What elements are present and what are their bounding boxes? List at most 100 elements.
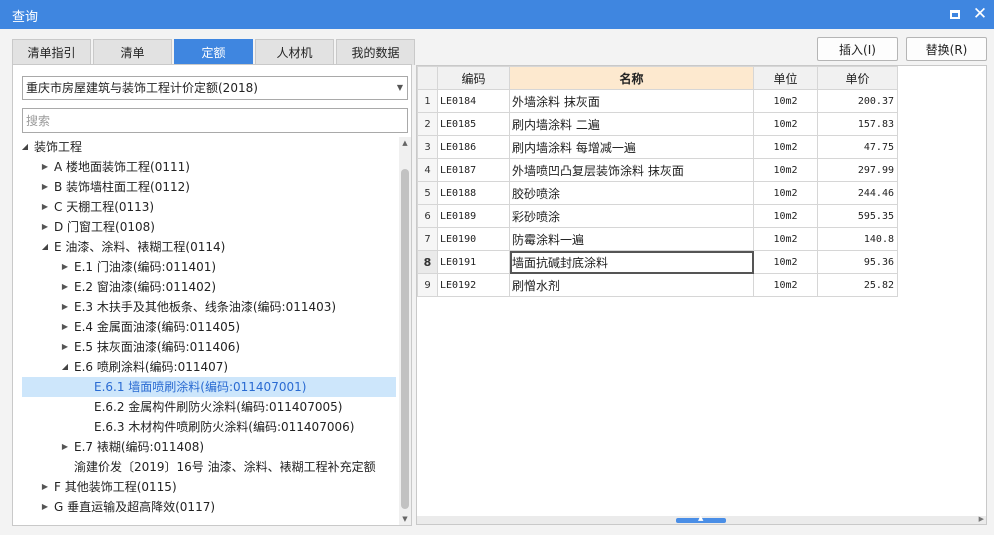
- tree-node[interactable]: ▶ F 其他装饰工程(0115): [22, 477, 396, 497]
- unit-cell[interactable]: 10m2: [753, 204, 818, 228]
- table-row[interactable]: 8 LE0191 墙面抗碱封底涂料 10m2 95.36: [417, 250, 898, 274]
- tree-node[interactable]: ▶ E.5 抹灰面油漆(编码:011406): [22, 337, 396, 357]
- code-cell[interactable]: LE0186: [437, 135, 510, 159]
- tab-2[interactable]: 定额: [174, 39, 253, 65]
- collapsed-arrow-icon[interactable]: ▶: [40, 197, 50, 217]
- tree-node[interactable]: ◢ 装饰工程: [22, 137, 396, 157]
- scroll-up-arrow-icon[interactable]: ▲: [399, 137, 411, 149]
- row-number-cell[interactable]: 7: [417, 227, 438, 251]
- scroll-down-arrow-icon[interactable]: ▼: [399, 513, 411, 525]
- collapsed-arrow-icon[interactable]: ▶: [60, 297, 70, 317]
- tab-4[interactable]: 我的数据: [336, 39, 415, 65]
- code-cell[interactable]: LE0185: [437, 112, 510, 136]
- price-cell[interactable]: 200.37: [817, 89, 898, 113]
- horizontal-splitter[interactable]: ▲ ▶: [417, 514, 986, 524]
- code-cell[interactable]: LE0184: [437, 89, 510, 113]
- tab-0[interactable]: 清单指引: [12, 39, 91, 65]
- collapsed-arrow-icon[interactable]: ▶: [60, 337, 70, 357]
- unit-cell[interactable]: 10m2: [753, 135, 818, 159]
- row-number-cell[interactable]: 5: [417, 181, 438, 205]
- header-code[interactable]: 编码: [437, 66, 510, 90]
- tree-node[interactable]: ▶ D 门窗工程(0108): [22, 217, 396, 237]
- name-cell[interactable]: 彩砂喷涂: [509, 204, 754, 228]
- name-cell[interactable]: 刷内墙涂料 二遍: [509, 112, 754, 136]
- table-row[interactable]: 5 LE0188 胶砂喷涂 10m2 244.46: [417, 181, 898, 205]
- collapsed-arrow-icon[interactable]: ▶: [40, 217, 50, 237]
- search-input[interactable]: [22, 108, 408, 133]
- collapsed-arrow-icon[interactable]: ▶: [60, 257, 70, 277]
- name-cell[interactable]: 外墙涂料 抹灰面: [509, 89, 754, 113]
- maximize-button[interactable]: [945, 4, 965, 24]
- tree-node[interactable]: ▶ E.4 金属面油漆(编码:011405): [22, 317, 396, 337]
- row-number-cell[interactable]: 8: [417, 250, 438, 274]
- price-cell[interactable]: 595.35: [817, 204, 898, 228]
- price-cell[interactable]: 25.82: [817, 273, 898, 297]
- library-select[interactable]: 重庆市房屋建筑与装饰工程计价定额(2018) ▼: [22, 76, 408, 100]
- code-cell[interactable]: LE0190: [437, 227, 510, 251]
- name-cell[interactable]: 胶砂喷涂: [509, 181, 754, 205]
- price-cell[interactable]: 157.83: [817, 112, 898, 136]
- tree-node[interactable]: 渝建价发〔2019〕16号 油漆、涂料、裱糊工程补充定额: [22, 457, 396, 477]
- close-button[interactable]: ✕: [970, 4, 990, 24]
- price-cell[interactable]: 95.36: [817, 250, 898, 274]
- unit-cell[interactable]: 10m2: [753, 112, 818, 136]
- table-row[interactable]: 6 LE0189 彩砂喷涂 10m2 595.35: [417, 204, 898, 228]
- tab-3[interactable]: 人材机: [255, 39, 334, 65]
- code-cell[interactable]: LE0192: [437, 273, 510, 297]
- tree-node[interactable]: E.6.3 木材构件喷刷防火涂料(编码:011407006): [22, 417, 396, 437]
- tree-scrollbar[interactable]: ▲ ▼: [399, 137, 411, 525]
- collapsed-arrow-icon[interactable]: ▶: [60, 437, 70, 457]
- expanded-arrow-icon[interactable]: ◢: [40, 237, 50, 257]
- scroll-thumb[interactable]: [401, 169, 409, 509]
- table-row[interactable]: 1 LE0184 外墙涂料 抹灰面 10m2 200.37: [417, 89, 898, 113]
- tree-node[interactable]: ◢ E.6 喷刷涂料(编码:011407): [22, 357, 396, 377]
- collapsed-arrow-icon[interactable]: ▶: [40, 177, 50, 197]
- collapsed-arrow-icon[interactable]: ▶: [60, 317, 70, 337]
- tree-node[interactable]: ▶ E.7 裱糊(编码:011408): [22, 437, 396, 457]
- scroll-right-arrow-icon[interactable]: ▶: [979, 515, 984, 523]
- unit-cell[interactable]: 10m2: [753, 89, 818, 113]
- code-cell[interactable]: LE0189: [437, 204, 510, 228]
- collapsed-arrow-icon[interactable]: ▶: [40, 477, 50, 497]
- name-cell[interactable]: 刷内墙涂料 每增减一遍: [509, 135, 754, 159]
- price-cell[interactable]: 47.75: [817, 135, 898, 159]
- header-price[interactable]: 单价: [817, 66, 898, 90]
- price-cell[interactable]: 244.46: [817, 181, 898, 205]
- insert-button[interactable]: 插入(I): [817, 37, 898, 61]
- code-cell[interactable]: LE0191: [437, 250, 510, 274]
- name-cell[interactable]: 外墙喷凹凸复层装饰涂料 抹灰面: [509, 158, 754, 182]
- header-name[interactable]: 名称: [509, 66, 754, 90]
- unit-cell[interactable]: 10m2: [753, 158, 818, 182]
- tree-node[interactable]: E.6.1 墙面喷刷涂料(编码:011407001): [22, 377, 396, 397]
- table-row[interactable]: 2 LE0185 刷内墙涂料 二遍 10m2 157.83: [417, 112, 898, 136]
- name-cell[interactable]: 刷憎水剂: [509, 273, 754, 297]
- row-number-cell[interactable]: 4: [417, 158, 438, 182]
- price-cell[interactable]: 140.8: [817, 227, 898, 251]
- row-number-cell[interactable]: 3: [417, 135, 438, 159]
- tree-node[interactable]: ▶ E.3 木扶手及其他板条、线条油漆(编码:011403): [22, 297, 396, 317]
- tree-node[interactable]: ▶ A 楼地面装饰工程(0111): [22, 157, 396, 177]
- tree-node[interactable]: ▶ E.2 窗油漆(编码:011402): [22, 277, 396, 297]
- unit-cell[interactable]: 10m2: [753, 273, 818, 297]
- expanded-arrow-icon[interactable]: ◢: [22, 137, 30, 157]
- unit-cell[interactable]: 10m2: [753, 250, 818, 274]
- tab-1[interactable]: 清单: [93, 39, 172, 65]
- expanded-arrow-icon[interactable]: ◢: [60, 357, 70, 377]
- row-number-cell[interactable]: 1: [417, 89, 438, 113]
- collapsed-arrow-icon[interactable]: ▶: [60, 277, 70, 297]
- unit-cell[interactable]: 10m2: [753, 227, 818, 251]
- tree-node[interactable]: E.6.2 金属构件刷防火涂料(编码:011407005): [22, 397, 396, 417]
- header-unit[interactable]: 单位: [753, 66, 818, 90]
- tree-node[interactable]: ◢ E 油漆、涂料、裱糊工程(0114): [22, 237, 396, 257]
- collapsed-arrow-icon[interactable]: ▶: [40, 157, 50, 177]
- table-row[interactable]: 9 LE0192 刷憎水剂 10m2 25.82: [417, 273, 898, 297]
- code-cell[interactable]: LE0187: [437, 158, 510, 182]
- unit-cell[interactable]: 10m2: [753, 181, 818, 205]
- code-cell[interactable]: LE0188: [437, 181, 510, 205]
- row-number-cell[interactable]: 9: [417, 273, 438, 297]
- row-number-cell[interactable]: 6: [417, 204, 438, 228]
- tree-node[interactable]: ▶ B 装饰墙柱面工程(0112): [22, 177, 396, 197]
- name-cell[interactable]: 墙面抗碱封底涂料: [509, 250, 754, 274]
- replace-button[interactable]: 替换(R): [906, 37, 987, 61]
- table-row[interactable]: 3 LE0186 刷内墙涂料 每增减一遍 10m2 47.75: [417, 135, 898, 159]
